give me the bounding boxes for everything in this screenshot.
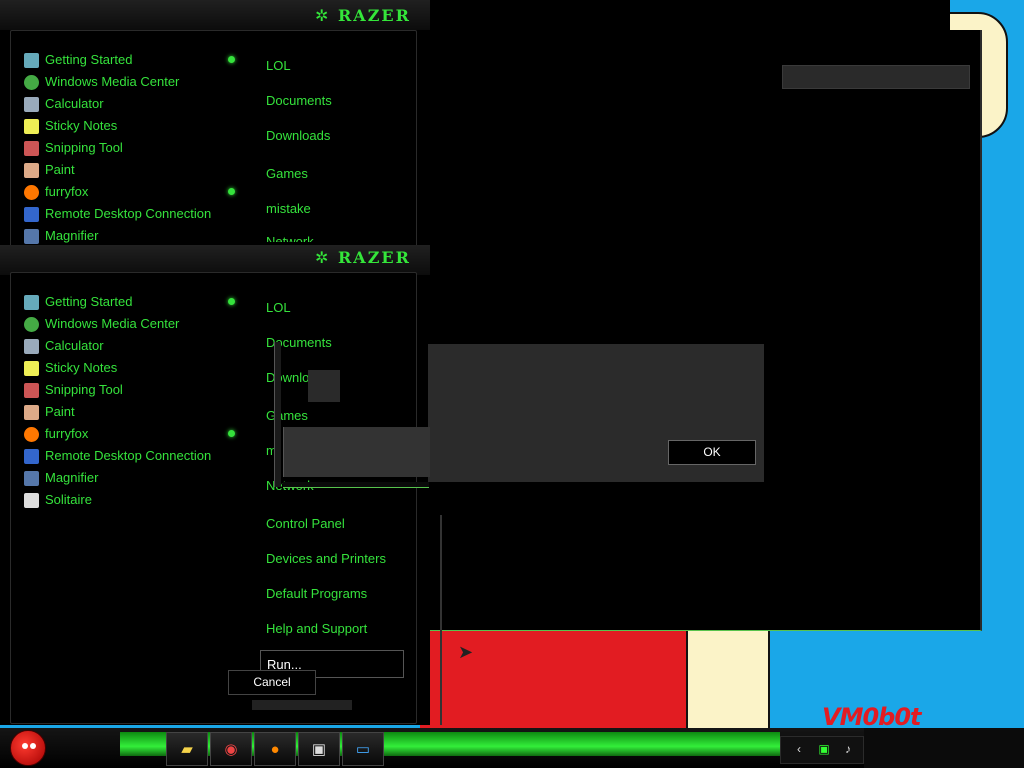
dialog-edge xyxy=(274,342,281,487)
remote-desktop-icon xyxy=(24,207,39,223)
getting-started-icon xyxy=(24,295,39,311)
volume-icon[interactable]: ♪ xyxy=(841,742,855,756)
program-item[interactable]: Getting Started xyxy=(24,291,211,313)
submenu-arrow-icon xyxy=(228,188,235,195)
dialog-border xyxy=(283,482,429,488)
app-window-address-bar[interactable] xyxy=(782,65,970,89)
calculator-icon xyxy=(24,339,39,355)
program-item[interactable]: Calculator xyxy=(24,93,211,115)
place-link[interactable]: Games xyxy=(266,166,308,181)
program-item[interactable]: Getting Started xyxy=(24,49,211,71)
chrome-icon[interactable]: ◉ xyxy=(210,732,252,766)
app-window-top xyxy=(428,0,950,32)
sticky-notes-icon xyxy=(24,119,39,135)
place-link[interactable]: LOL xyxy=(266,58,291,73)
program-item[interactable]: Paint xyxy=(24,159,211,181)
program-item[interactable]: furryfox xyxy=(24,181,211,203)
program-item[interactable]: Sticky Notes xyxy=(24,357,211,379)
submenu-arrow-icon xyxy=(228,298,235,305)
place-link[interactable]: mistake xyxy=(266,201,311,216)
program-list: Getting Started Windows Media Center Cal… xyxy=(24,291,211,511)
program-item[interactable]: Remote Desktop Connection xyxy=(24,445,211,467)
window-switch-icon[interactable]: ▭ xyxy=(342,732,384,766)
firefox-icon[interactable]: ● xyxy=(254,732,296,766)
app-window xyxy=(428,30,982,631)
media-player-icon[interactable]: ▣ xyxy=(298,732,340,766)
paint-icon xyxy=(24,163,39,179)
razer-logo-icon: ✲ xyxy=(315,8,329,25)
place-link[interactable]: Control Panel xyxy=(266,516,345,531)
dialog-panel xyxy=(283,427,430,477)
explorer-icon[interactable]: ▰ xyxy=(166,732,208,766)
sticky-notes-icon xyxy=(24,361,39,377)
submenu-arrow-icon xyxy=(228,56,235,63)
program-list-ghost: Getting Started Windows Media Center Cal… xyxy=(24,49,211,247)
cursor-icon: ➤ xyxy=(458,642,474,662)
ok-button[interactable]: OK xyxy=(668,440,756,465)
program-item[interactable]: Snipping Tool xyxy=(24,379,211,401)
wallpaper-cartoon-bottom xyxy=(686,628,770,733)
menu-edge xyxy=(440,515,442,725)
place-link[interactable]: Devices and Printers xyxy=(266,551,386,566)
magnifier-icon xyxy=(24,471,39,487)
firefox-icon xyxy=(24,427,39,443)
remote-desktop-icon xyxy=(24,449,39,465)
calculator-icon xyxy=(24,97,39,113)
program-item[interactable]: Magnifier xyxy=(24,225,211,247)
snipping-tool-icon xyxy=(24,141,39,157)
chevron-up-icon[interactable]: ‹ xyxy=(792,742,806,756)
getting-started-icon xyxy=(24,53,39,69)
place-link[interactable]: Downlo xyxy=(266,370,309,385)
program-item[interactable]: Windows Media Center xyxy=(24,71,211,93)
place-link[interactable]: LOL xyxy=(266,300,291,315)
clock-area[interactable] xyxy=(864,728,1024,768)
angry-bird-icon xyxy=(22,743,28,749)
media-center-icon xyxy=(24,75,39,91)
program-item[interactable]: Windows Media Center xyxy=(24,313,211,335)
network-icon[interactable]: ▣ xyxy=(817,742,831,756)
place-link[interactable]: Downloads xyxy=(266,128,330,143)
program-item[interactable]: Calculator xyxy=(24,335,211,357)
solitaire-icon xyxy=(24,493,39,509)
place-link[interactable]: Network xyxy=(266,234,314,242)
razer-brand: RAZER xyxy=(338,248,411,267)
firefox-icon xyxy=(24,185,39,201)
program-item[interactable]: furryfox xyxy=(24,423,211,445)
program-item[interactable]: Paint xyxy=(24,401,211,423)
paint-icon xyxy=(24,405,39,421)
cancel-button[interactable]: Cancel xyxy=(228,670,316,695)
media-center-icon xyxy=(24,317,39,333)
place-link[interactable]: Games xyxy=(266,408,308,423)
dialog-icon xyxy=(308,370,340,402)
program-item[interactable]: Magnifier xyxy=(24,467,211,489)
program-item[interactable]: Snipping Tool xyxy=(24,137,211,159)
place-link[interactable]: Default Programs xyxy=(266,586,367,601)
start-button[interactable] xyxy=(10,730,46,766)
wallpaper-watermark: VM0b0t xyxy=(822,703,922,731)
razer-brand: RAZER xyxy=(338,6,411,25)
program-item[interactable]: Sticky Notes xyxy=(24,115,211,137)
magnifier-icon xyxy=(24,229,39,245)
angry-bird-eye xyxy=(30,743,36,749)
submenu-arrow-icon xyxy=(228,430,235,437)
shutdown-button[interactable] xyxy=(252,700,352,710)
place-link[interactable]: Help and Support xyxy=(266,621,367,636)
razer-logo-icon: ✲ xyxy=(315,250,329,267)
place-link[interactable]: Documents xyxy=(266,93,332,108)
program-item[interactable]: Remote Desktop Connection xyxy=(24,203,211,225)
snipping-tool-icon xyxy=(24,383,39,399)
program-item[interactable]: Solitaire xyxy=(24,489,211,511)
